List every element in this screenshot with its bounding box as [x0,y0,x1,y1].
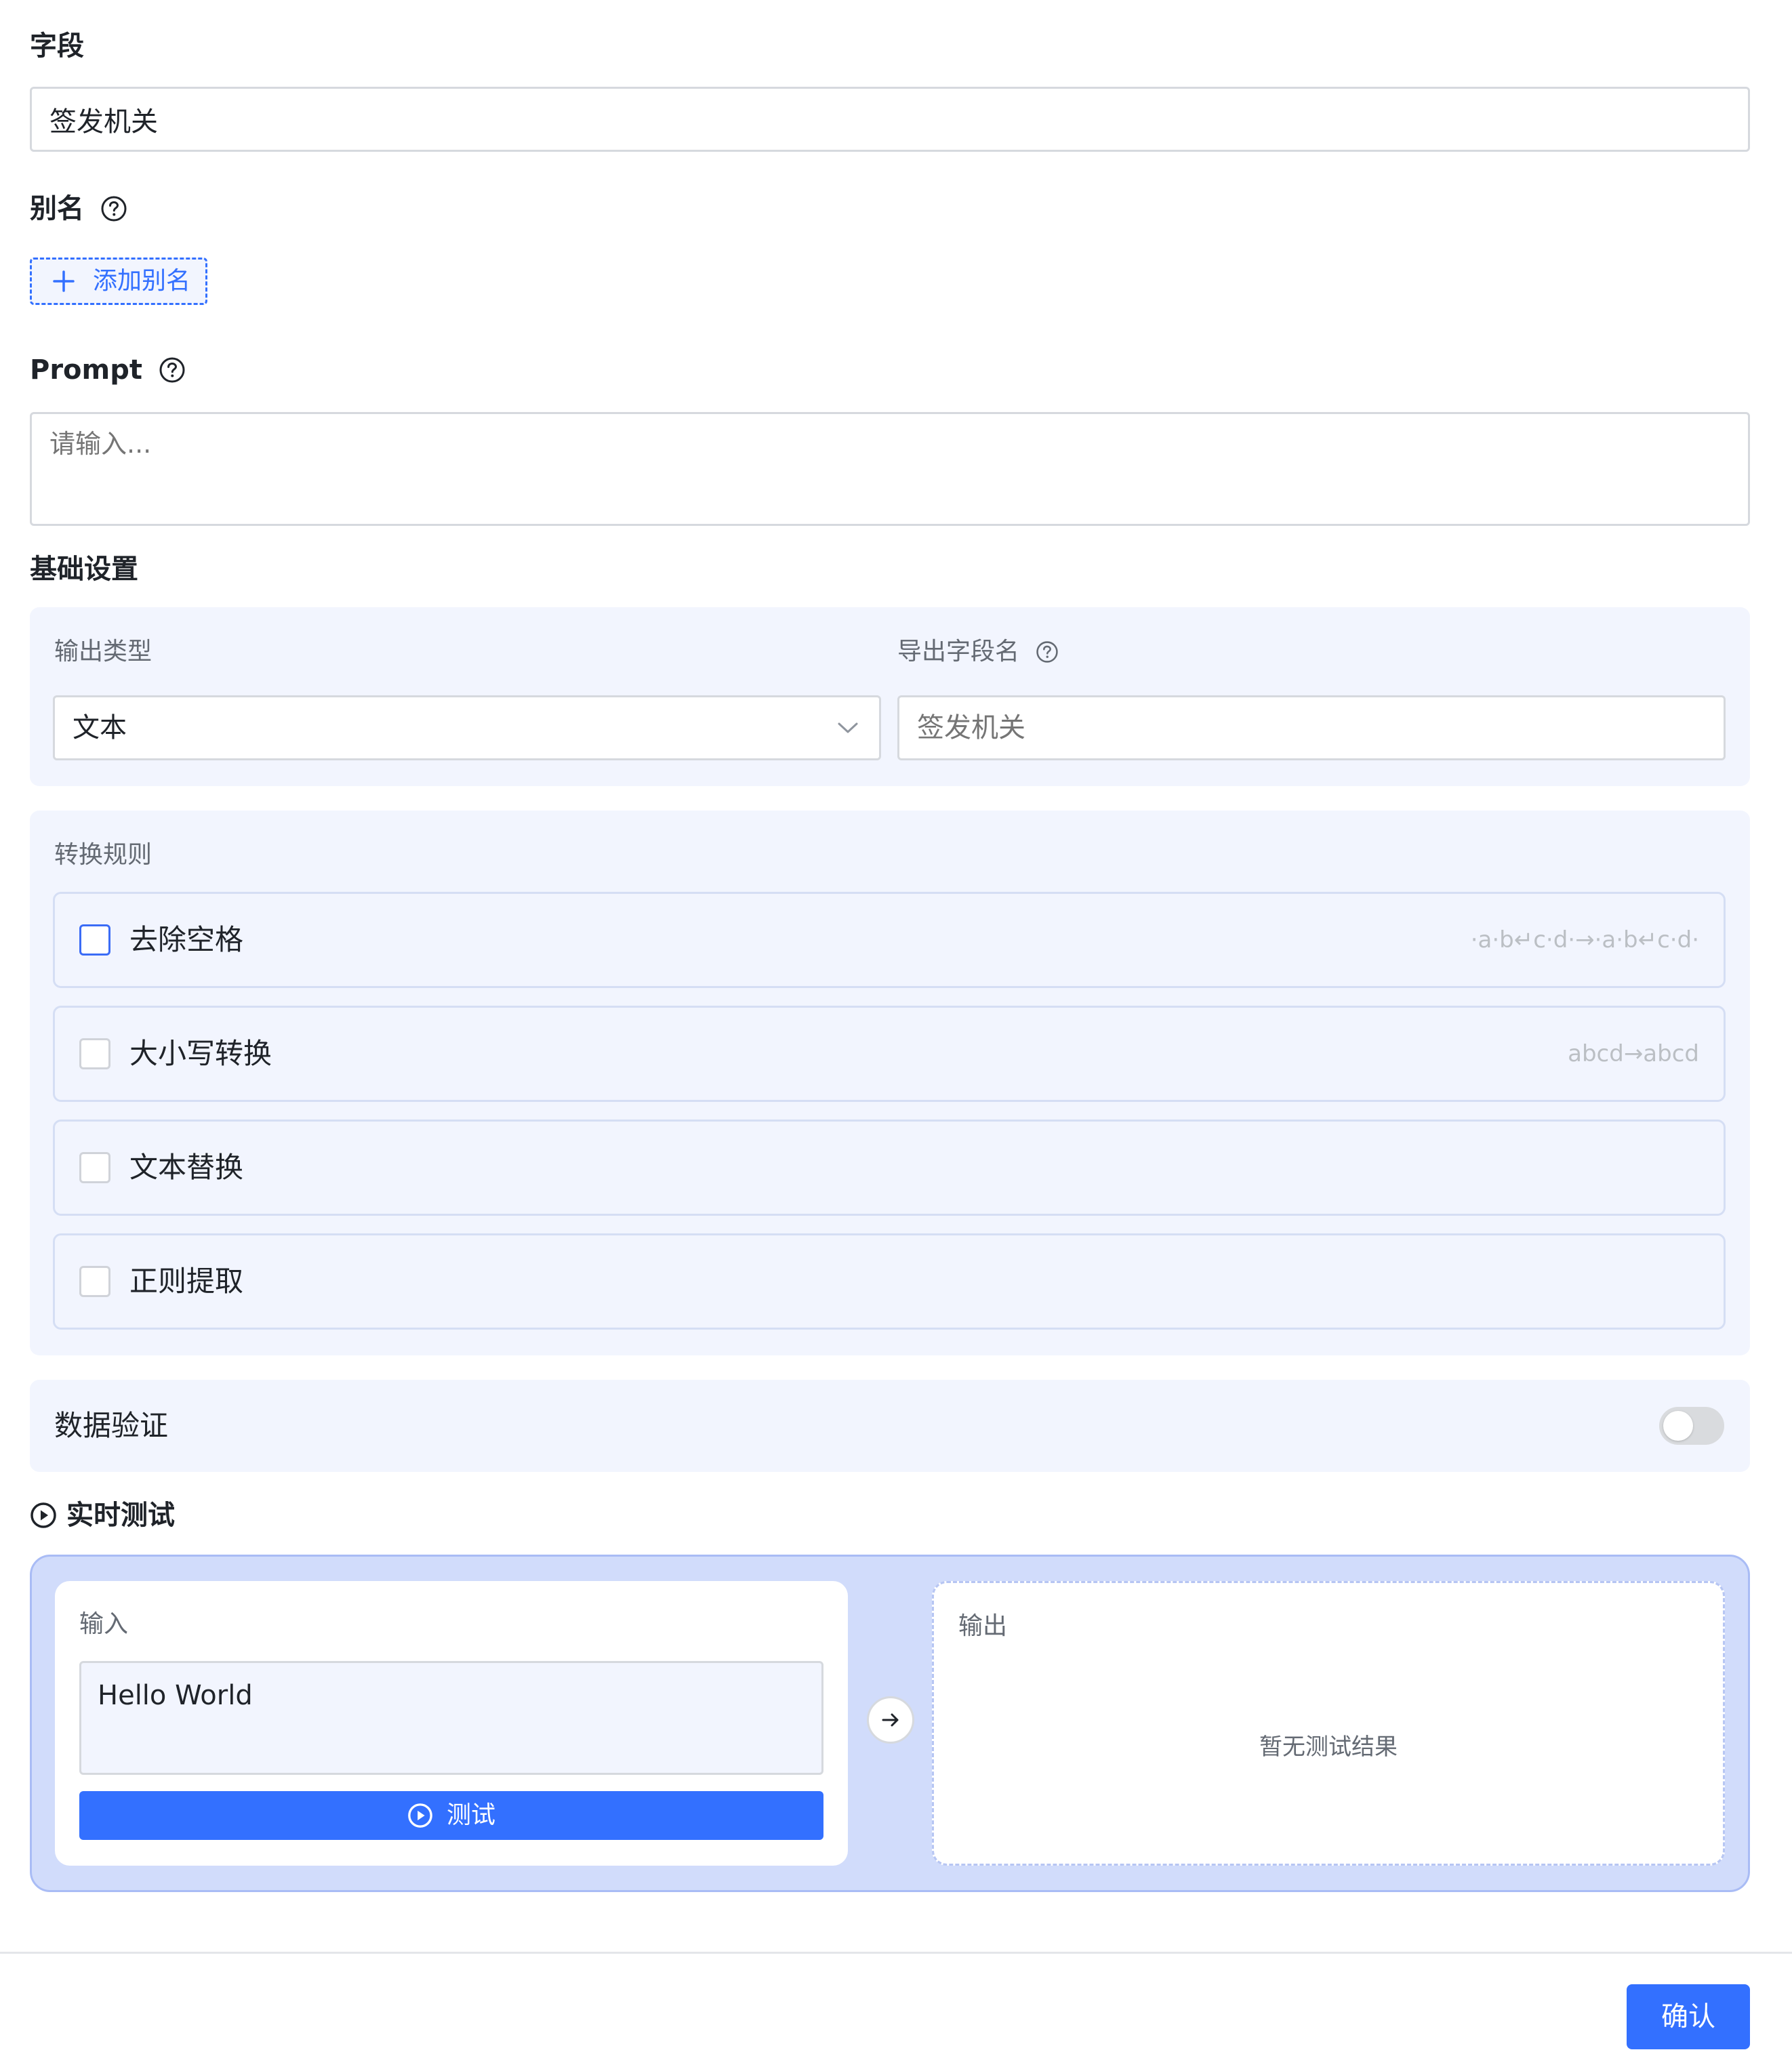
output-type-select[interactable]: 文本 [53,695,881,760]
help-icon[interactable] [100,195,127,222]
add-alias-button[interactable]: 添加别名 [30,258,207,305]
rule-checkbox[interactable] [79,1266,110,1297]
play-circle-icon [408,1803,432,1828]
transform-rules-title: 转换规则 [54,841,152,869]
output-type-value: 文本 [73,712,127,743]
add-alias-label: 添加别名 [93,267,191,295]
live-test-header: 实时测试 [30,1498,175,1533]
test-output-empty: 暂无测试结果 [1259,1734,1398,1761]
test-button[interactable]: 测试 [79,1791,823,1840]
help-icon[interactable] [1036,640,1059,663]
chevron-down-icon [838,722,858,733]
play-circle-icon [30,1502,56,1528]
rule-checkbox[interactable] [79,924,110,956]
rule-label: 去除空格 [129,923,244,956]
validation-label: 数据验证 [54,1409,169,1442]
test-input-label: 输入 [79,1610,129,1638]
rule-example: abcd→abcd [1568,1040,1699,1067]
validation-toggle[interactable] [1659,1407,1724,1445]
help-icon[interactable] [159,356,186,384]
field-input[interactable] [30,87,1750,152]
basic-settings-title: 基础设置 [30,554,138,585]
export-field-label: 导出字段名 [897,638,1020,665]
test-output-label: 输出 [958,1612,1008,1640]
confirm-button[interactable]: 确认 [1627,1984,1750,2049]
test-button-label: 测试 [446,1801,495,1829]
export-field-header: 导出字段名 [897,636,1059,668]
rule-label: 大小写转换 [129,1037,272,1070]
alias-header: 别名 [30,191,127,226]
live-test-area: 输入 测试 输出 暂无测试结果 [30,1555,1750,1892]
rule-text-replace[interactable]: 文本替换 [53,1120,1726,1216]
rule-checkbox[interactable] [79,1152,110,1183]
rule-example: ·a·b↵c·d·→·a·b↵c·d· [1470,926,1699,954]
test-input-card: 输入 测试 [55,1581,848,1866]
rule-label: 正则提取 [129,1265,244,1298]
export-field-input[interactable] [897,695,1726,760]
basic-settings-panel: 输出类型 导出字段名 文本 [30,607,1750,786]
live-test-title: 实时测试 [66,1500,175,1531]
rule-case-convert[interactable]: 大小写转换 abcd→abcd [53,1006,1726,1102]
toggle-knob [1663,1411,1693,1441]
field-label: 字段 [30,30,84,62]
transform-rules-panel: 转换规则 去除空格 ·a·b↵c·d·→·a·b↵c·d· 大小写转换 abcd… [30,811,1750,1355]
output-type-label: 输出类型 [54,638,152,665]
prompt-textarea[interactable] [30,412,1750,526]
rule-label: 文本替换 [129,1151,244,1184]
prompt-header: Prompt [30,352,186,388]
alias-label: 别名 [30,193,84,224]
rule-checkbox[interactable] [79,1038,110,1069]
rule-regex-extract[interactable]: 正则提取 [53,1233,1726,1330]
test-output-card: 输出 暂无测试结果 [932,1581,1725,1866]
rule-trim-spaces[interactable]: 去除空格 ·a·b↵c·d·→·a·b↵c·d· [53,892,1726,988]
test-input-textarea[interactable] [79,1661,823,1775]
validation-panel: 数据验证 [30,1380,1750,1472]
footer-divider [0,1952,1792,1954]
plus-icon [53,270,75,292]
prompt-label: Prompt [30,354,142,386]
arrow-right-icon [867,1696,914,1744]
